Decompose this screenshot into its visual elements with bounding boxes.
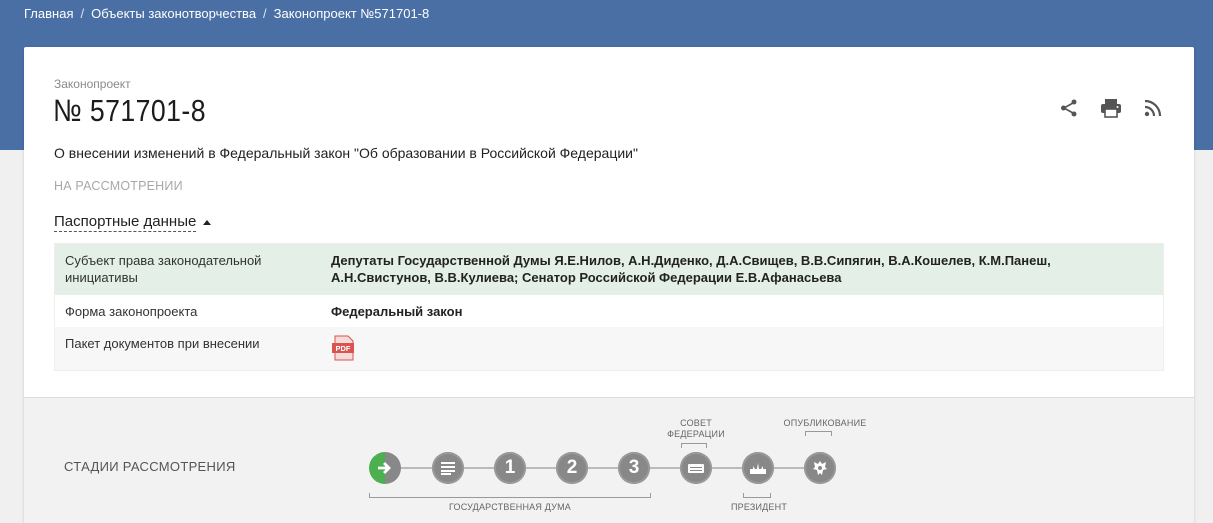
rss-icon[interactable]	[1142, 97, 1164, 119]
stage-president[interactable]	[742, 452, 774, 484]
action-bar	[1058, 97, 1164, 119]
pdf-label: PDF	[336, 344, 351, 353]
stage-label-duma: ГОСУДАРСТВЕННАЯ ДУМА	[448, 502, 571, 512]
stage-label-president: ПРЕЗИДЕНТ	[730, 502, 788, 512]
bill-number: № 571701-8	[53, 93, 206, 128]
stage-label-council: СОВЕТ ФЕДЕРАЦИИ	[667, 418, 725, 439]
stages-panel: СТАДИИ РАССМОТРЕНИЯ СОВЕТ ФЕДЕРАЦИИ ОПУБ…	[24, 397, 1194, 523]
stage-preliminary[interactable]	[432, 452, 464, 484]
breadcrumb: Главная / Объекты законотворчества / Зак…	[24, 6, 429, 21]
passport-toggle-label: Паспортные данные	[54, 213, 197, 232]
stage-reading-2[interactable]: 2	[556, 452, 588, 484]
status-badge: НА РАССМОТРЕНИИ	[54, 179, 183, 193]
passport-table: Субъект права законодательной инициативы…	[54, 243, 1164, 371]
print-icon[interactable]	[1100, 97, 1122, 119]
president-bracket	[743, 493, 771, 498]
stage-label-publication: ОПУБЛИКОВАНИЕ	[783, 418, 867, 428]
stage-reading-3[interactable]: 3	[618, 452, 650, 484]
pdf-icon[interactable]: PDF	[331, 335, 357, 361]
breadcrumb-objects[interactable]: Объекты законотворчества	[91, 6, 256, 21]
arrow-right-icon	[378, 462, 391, 474]
stages-title: СТАДИИ РАССМОТРЕНИЯ	[64, 459, 236, 474]
row-value: Депутаты Государственной Думы Я.Е.Нилов,…	[331, 253, 1051, 285]
breadcrumb-separator: /	[80, 6, 85, 21]
row-key: Пакет документов при внесении	[65, 336, 260, 351]
row-value: PDF	[331, 327, 1163, 370]
stage-reading-1[interactable]: 1	[494, 452, 526, 484]
council-bracket	[681, 443, 707, 448]
breadcrumb-home[interactable]: Главная	[24, 6, 73, 21]
coat-of-arms-icon	[813, 461, 827, 475]
publication-bracket	[805, 431, 832, 436]
row-value: Федеральный закон	[331, 304, 463, 319]
stage-council[interactable]	[680, 452, 712, 484]
breadcrumb-current[interactable]: Законопроект №571701-8	[274, 6, 430, 21]
table-row: Пакет документов при внесении PDF	[55, 327, 1163, 370]
duma-bracket	[369, 493, 651, 498]
stage-publication[interactable]	[804, 452, 836, 484]
table-row: Субъект права законодательной инициативы…	[55, 244, 1163, 295]
council-building-icon	[688, 464, 704, 473]
bill-card: Законопроект № 571701-8 О внесении измен…	[24, 47, 1194, 523]
breadcrumb-separator: /	[263, 6, 267, 21]
document-list-icon	[441, 462, 455, 475]
caret-up-icon	[203, 220, 212, 225]
kremlin-icon	[750, 463, 766, 474]
passport-toggle[interactable]: Паспортные данные	[54, 213, 212, 232]
bill-kind: Законопроект	[54, 77, 131, 91]
row-key: Форма законопроекта	[65, 304, 198, 319]
table-row: Форма законопроекта Федеральный закон	[55, 295, 1163, 327]
bill-title: О внесении изменений в Федеральный закон…	[54, 145, 638, 161]
share-icon[interactable]	[1058, 97, 1080, 119]
stage-submission[interactable]	[369, 452, 401, 484]
row-key: Субъект права законодательной инициативы	[65, 253, 262, 285]
